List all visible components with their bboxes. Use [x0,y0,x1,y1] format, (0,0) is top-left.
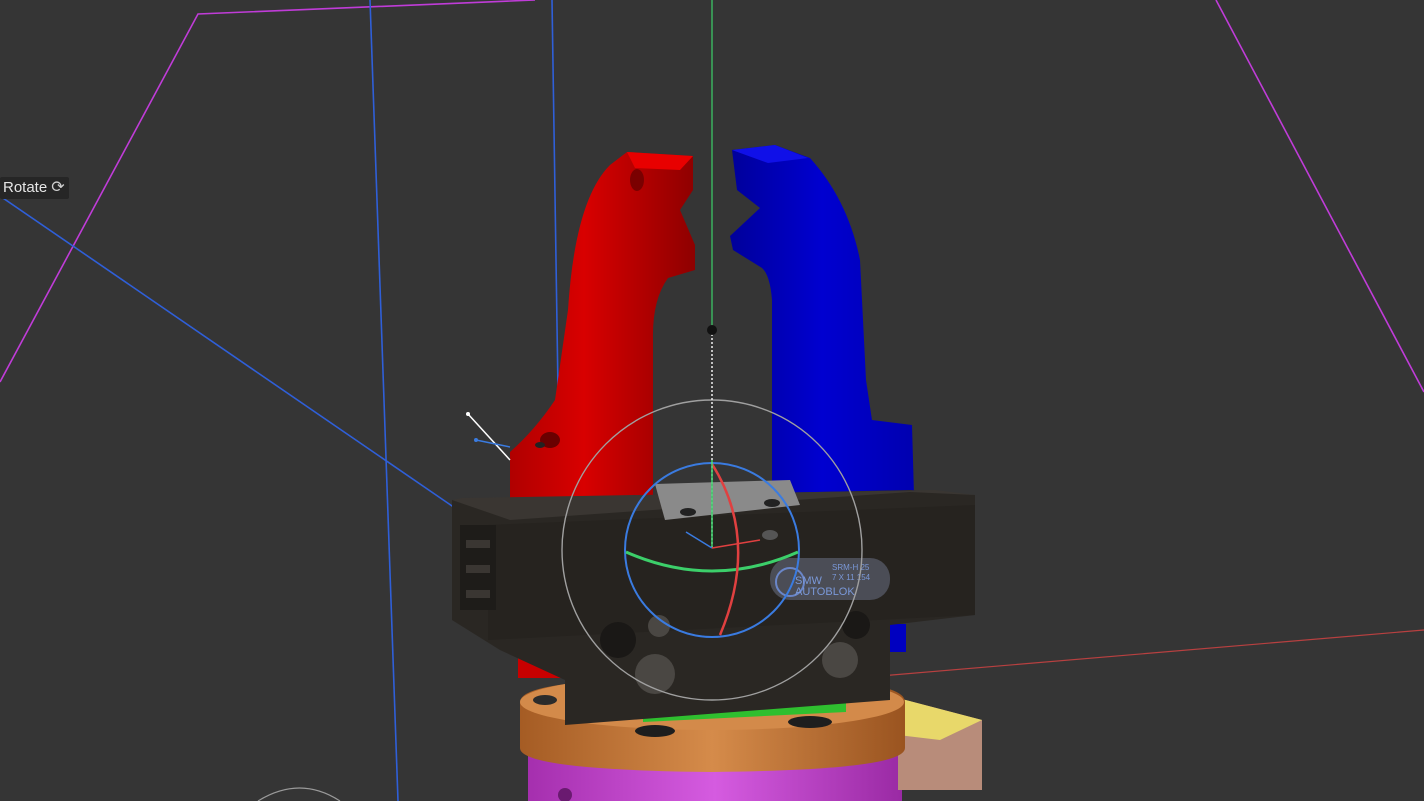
brand-model: SRM-H 25 [832,563,870,572]
view-cube-ring[interactable] [257,787,341,801]
x-axis-line [879,629,1424,677]
brand-serial: 7 X 11 154 [832,573,871,582]
gizmo-handle[interactable] [707,325,717,335]
side-block [898,698,982,790]
rotate-mode-text: Rotate [3,179,48,196]
rotate-mode-label[interactable]: Rotate ⟳ [0,177,69,199]
pivot-marker [466,412,511,461]
rotate-icon: ⟳ [51,179,65,196]
3d-viewport[interactable]: SMW AUTOBLOK SRM-H 25 7 X 11 154 [0,0,1424,801]
construction-lines [0,0,561,801]
brand-line2: AUTOBLOK [795,586,855,598]
gripper-body [452,480,975,725]
